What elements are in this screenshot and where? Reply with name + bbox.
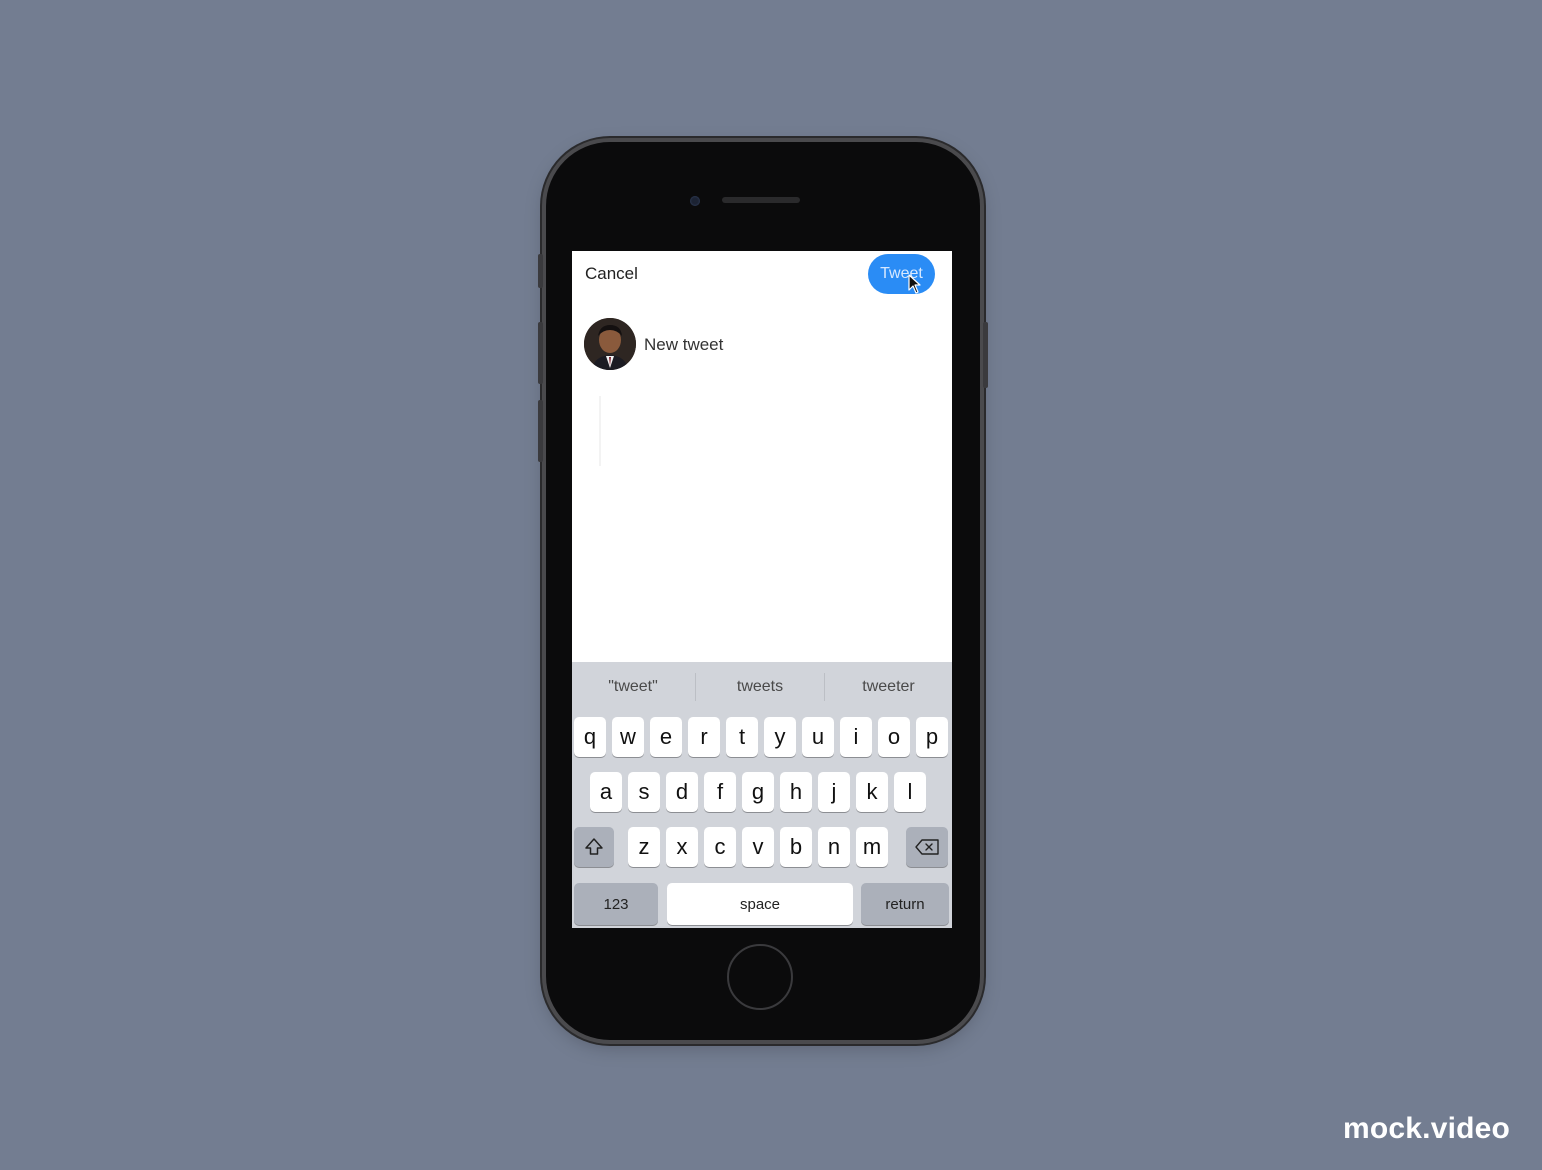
suggestion-item[interactable]: tweets: [696, 662, 824, 712]
key-p[interactable]: p: [916, 717, 948, 757]
key-n[interactable]: n: [818, 827, 850, 867]
key-c[interactable]: c: [704, 827, 736, 867]
avatar-photo: [584, 318, 636, 370]
suggestion-item[interactable]: tweeter: [825, 662, 952, 712]
mute-switch: [538, 254, 543, 288]
key-y[interactable]: y: [764, 717, 796, 757]
key-v[interactable]: v: [742, 827, 774, 867]
watermark: mock.video: [1343, 1112, 1511, 1145]
shift-key[interactable]: [574, 827, 614, 867]
earpiece-speaker: [722, 197, 800, 203]
text-cursor: [599, 396, 601, 466]
cancel-button[interactable]: Cancel: [585, 264, 638, 284]
key-h[interactable]: h: [780, 772, 812, 812]
key-f[interactable]: f: [704, 772, 736, 812]
key-r[interactable]: r: [688, 717, 720, 757]
key-b[interactable]: b: [780, 827, 812, 867]
tweet-button[interactable]: Tweet: [868, 254, 935, 294]
numbers-key[interactable]: 123: [574, 883, 658, 925]
power-button: [983, 322, 988, 388]
volume-up-button: [538, 322, 543, 384]
space-key[interactable]: space: [667, 883, 853, 925]
key-i[interactable]: i: [840, 717, 872, 757]
key-m[interactable]: m: [856, 827, 888, 867]
key-t[interactable]: t: [726, 717, 758, 757]
key-j[interactable]: j: [818, 772, 850, 812]
delete-key[interactable]: [906, 827, 948, 867]
home-button[interactable]: [727, 944, 793, 1010]
key-q[interactable]: q: [574, 717, 606, 757]
front-camera: [690, 196, 700, 206]
backspace-icon: [915, 839, 939, 855]
key-w[interactable]: w: [612, 717, 644, 757]
key-e[interactable]: e: [650, 717, 682, 757]
key-a[interactable]: a: [590, 772, 622, 812]
key-l[interactable]: l: [894, 772, 926, 812]
keyboard: "tweet" tweets tweeter q w e r t y u i o…: [572, 662, 952, 928]
screen: Cancel Tweet New tweet "tweet" tweets tw…: [572, 251, 952, 928]
suggestion-item[interactable]: "tweet": [572, 662, 694, 712]
tweet-text-input[interactable]: New tweet: [644, 335, 723, 355]
avatar: [584, 318, 636, 370]
return-key[interactable]: return: [861, 883, 949, 925]
volume-down-button: [538, 400, 543, 462]
key-k[interactable]: k: [856, 772, 888, 812]
key-s[interactable]: s: [628, 772, 660, 812]
key-z[interactable]: z: [628, 827, 660, 867]
phone-frame: Cancel Tweet New tweet "tweet" tweets tw…: [538, 142, 988, 1040]
mouse-cursor-icon: [908, 274, 921, 294]
key-o[interactable]: o: [878, 717, 910, 757]
shift-icon: [585, 838, 603, 855]
key-x[interactable]: x: [666, 827, 698, 867]
key-d[interactable]: d: [666, 772, 698, 812]
key-g[interactable]: g: [742, 772, 774, 812]
suggestion-bar: "tweet" tweets tweeter: [572, 662, 952, 712]
key-u[interactable]: u: [802, 717, 834, 757]
